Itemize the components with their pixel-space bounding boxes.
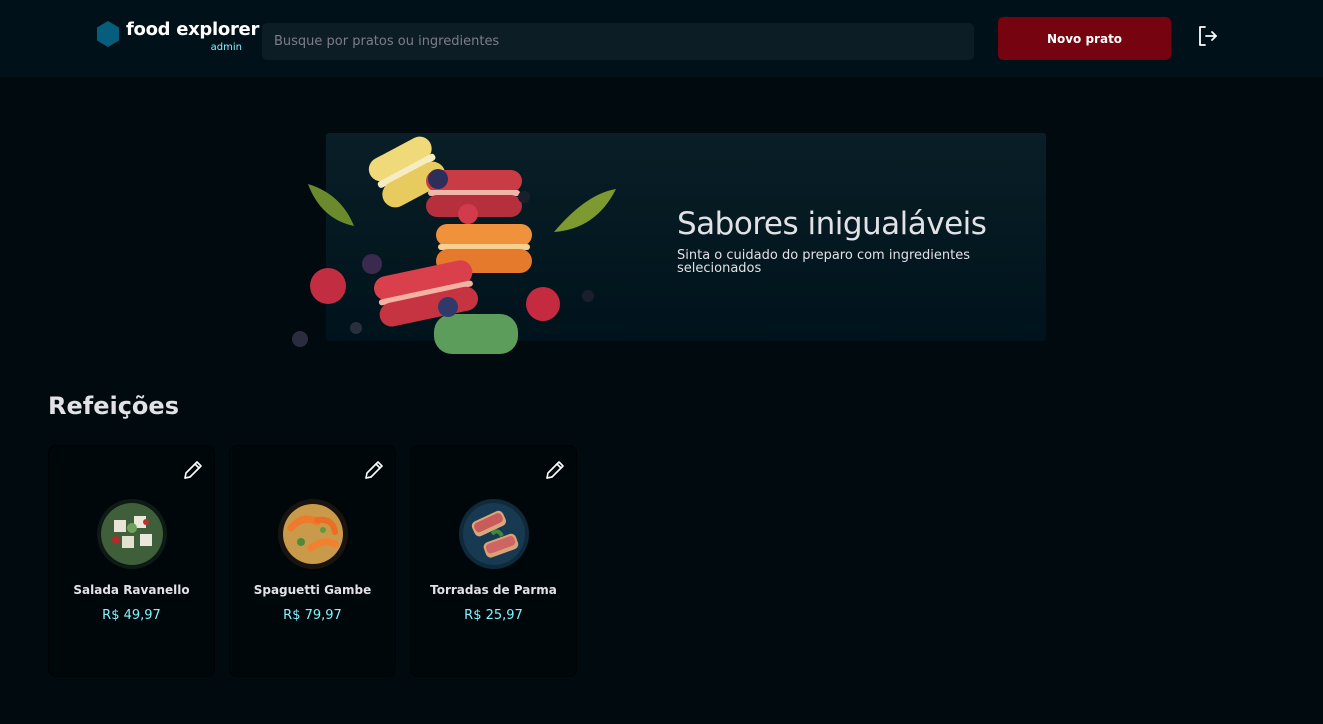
logout-icon[interactable]	[1196, 24, 1220, 48]
salad-image	[97, 499, 167, 569]
edit-pencil-icon[interactable]	[543, 458, 567, 482]
edit-pencil-icon[interactable]	[362, 458, 386, 482]
dish-price: R$ 25,97	[464, 608, 523, 623]
dish-card[interactable]: Spaguetti Gambe R$ 79,97	[229, 445, 396, 677]
banner-title: Sabores inigualáveis	[677, 206, 987, 242]
dish-card[interactable]: Torradas de Parma R$ 25,97	[410, 445, 577, 677]
dish-price: R$ 79,97	[283, 608, 342, 623]
macarons-illustration	[292, 136, 616, 354]
dish-name[interactable]: Torradas de Parma	[411, 583, 576, 597]
shrimp-pasta-image	[278, 499, 348, 569]
brand-logo[interactable]: food explorer admin	[96, 19, 259, 55]
search-input[interactable]	[262, 23, 974, 60]
hexagon-logo-icon	[97, 21, 119, 47]
new-dish-button[interactable]: Novo prato	[998, 17, 1171, 60]
brand-role-badge: admin	[210, 42, 242, 53]
dish-name[interactable]: Salada Ravanello	[49, 583, 214, 597]
dish-name[interactable]: Spaguetti Gambe	[230, 583, 395, 597]
app-header: food explorer admin Novo prato	[0, 0, 1323, 77]
dish-price: R$ 49,97	[102, 608, 161, 623]
section-title: Refeições	[48, 392, 179, 420]
parma-toast-image	[459, 499, 529, 569]
brand-name: food explorer	[126, 19, 260, 40]
edit-pencil-icon[interactable]	[181, 458, 205, 482]
banner-subtitle: Sinta o cuidado do preparo com ingredien…	[677, 248, 970, 276]
dish-card[interactable]: Salada Ravanello R$ 49,97	[48, 445, 215, 677]
